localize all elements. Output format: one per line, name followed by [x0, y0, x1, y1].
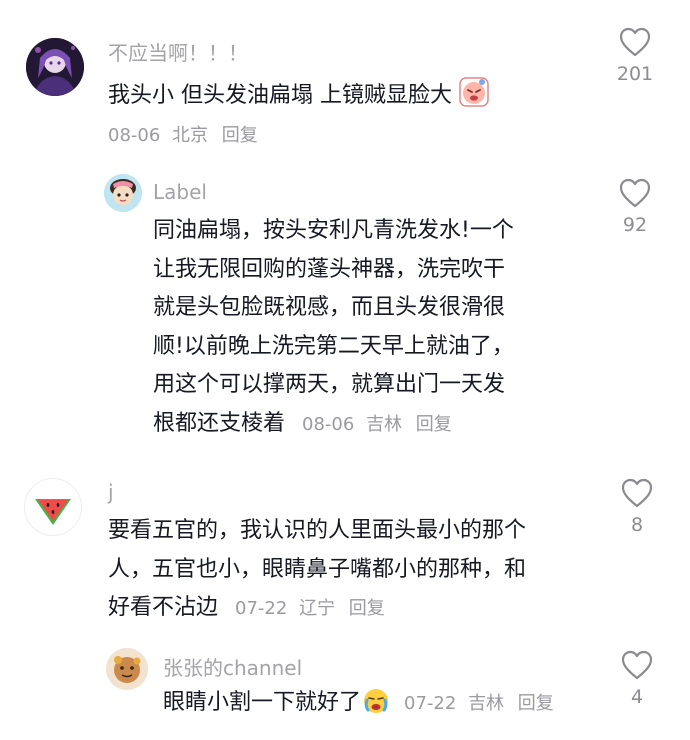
- heart-icon: [619, 178, 651, 208]
- like-count: 4: [630, 686, 644, 708]
- like-button[interactable]: 92: [610, 178, 660, 236]
- avatar[interactable]: [106, 648, 148, 690]
- reply-text: 同油扁塌，按头安利凡青洗发水!一个 让我无限回购的蓬头神器，洗完吹干 就是头包脸…: [153, 212, 593, 444]
- comment-item: 不应当啊！！！ 我头小 但头发油扁塌 上镜贼显脸大 08-06 北京 回复 20…: [0, 0, 690, 160]
- reply-text-line: 用这个可以撑两天，就算出门一天发: [153, 372, 506, 397]
- cartoon-character-avatar-icon: [104, 174, 142, 212]
- comment-location: 辽宁: [299, 598, 336, 619]
- avatar[interactable]: [26, 38, 84, 96]
- comment-meta: 08-06 北京 回复: [108, 121, 258, 147]
- reply-text-content: 眼睛小割一下就好了: [163, 690, 362, 715]
- reply-location: 吉林: [366, 413, 403, 435]
- cookie-character-avatar-icon: [106, 648, 148, 690]
- comment-item: j 要看五官的，我认识的人里面头最小的那个 人，五官也小，眼睛鼻子嘴都小的那种，…: [0, 460, 690, 640]
- crying-face-emoji-icon: [361, 686, 391, 728]
- watermelon-avatar-icon: [25, 479, 81, 535]
- reply-button[interactable]: 回复: [416, 414, 452, 435]
- comment-text-content: 我头小 但头发油扁塌 上镜贼显脸大: [108, 83, 452, 108]
- reply-location: 吉林: [468, 693, 505, 714]
- avatar[interactable]: [104, 174, 142, 212]
- comment-username[interactable]: 不应当啊！！！: [108, 37, 248, 66]
- anime-girl-avatar-icon: [26, 38, 84, 96]
- heart-icon: [619, 27, 651, 57]
- heart-icon: [621, 478, 653, 508]
- comment-date: 08-06: [108, 125, 161, 146]
- comment-text-line: 好看不沾边: [108, 595, 219, 620]
- reply-text: 眼睛小割一下就好了 07-22 吉林 回复: [163, 684, 593, 728]
- like-count: 8: [630, 514, 644, 536]
- pouting-face-emoji-icon: [459, 77, 489, 121]
- reply-username[interactable]: Label: [153, 180, 207, 204]
- like-button[interactable]: 4: [612, 650, 662, 708]
- like-count: 92: [622, 214, 648, 236]
- comment-location: 北京: [172, 125, 209, 146]
- reply-text-line-last: 根都还支棱着 08-06 吉林 回复: [153, 405, 593, 445]
- reply-text-line: 顺!以前晚上洗完第二天早上就油了，: [153, 333, 514, 359]
- heart-icon: [621, 650, 653, 680]
- reply-button[interactable]: 回复: [518, 693, 554, 714]
- reply-button[interactable]: 回复: [222, 125, 258, 146]
- reply-text-line: 让我无限回购的蓬头神器，洗完吹干: [153, 256, 506, 282]
- avatar[interactable]: [24, 478, 82, 536]
- comment-username[interactable]: j: [108, 480, 114, 504]
- reply-text-line: 根都还支棱着: [153, 410, 286, 436]
- reply-text-line: 就是头包脸既视感，而且头发很滑很: [153, 295, 506, 320]
- comment-meta: 07-22 辽宁 回复: [235, 598, 385, 619]
- reply-button[interactable]: 回复: [349, 598, 385, 619]
- reply-meta: 07-22 吉林 回复: [404, 693, 554, 714]
- comment-text-line-last: 好看不沾边 07-22 辽宁 回复: [108, 589, 588, 629]
- reply-meta: 08-06 吉林 回复: [302, 414, 452, 435]
- comment-text: 要看五官的，我认识的人里面头最小的那个 人，五官也小，眼睛鼻子嘴都小的那种，和 …: [108, 512, 588, 629]
- reply-username[interactable]: 张张的channel: [163, 652, 302, 681]
- reply-item: 张张的channel 眼睛小割一下就好了 07-22 吉林 回复 4: [0, 640, 690, 740]
- comment-date: 07-22: [235, 598, 288, 619]
- like-count: 201: [616, 63, 654, 85]
- reply-text-line: 同油扁塌，按头安利凡青洗发水!一个: [153, 218, 514, 243]
- reply-date: 07-22: [404, 693, 457, 714]
- comment-text: 我头小 但头发油扁塌 上镜贼显脸大: [108, 77, 578, 121]
- comment-text-line: 要看五官的，我认识的人里面头最小的那个: [108, 518, 527, 543]
- like-button[interactable]: 8: [612, 478, 662, 536]
- like-button[interactable]: 201: [610, 27, 660, 85]
- reply-date: 08-06: [302, 413, 355, 435]
- reply-item: Label 同油扁塌，按头安利凡青洗发水!一个 让我无限回购的蓬头神器，洗完吹干…: [0, 160, 690, 460]
- comment-text-line: 人，五官也小，眼睛鼻子嘴都小的那种，和: [108, 556, 527, 582]
